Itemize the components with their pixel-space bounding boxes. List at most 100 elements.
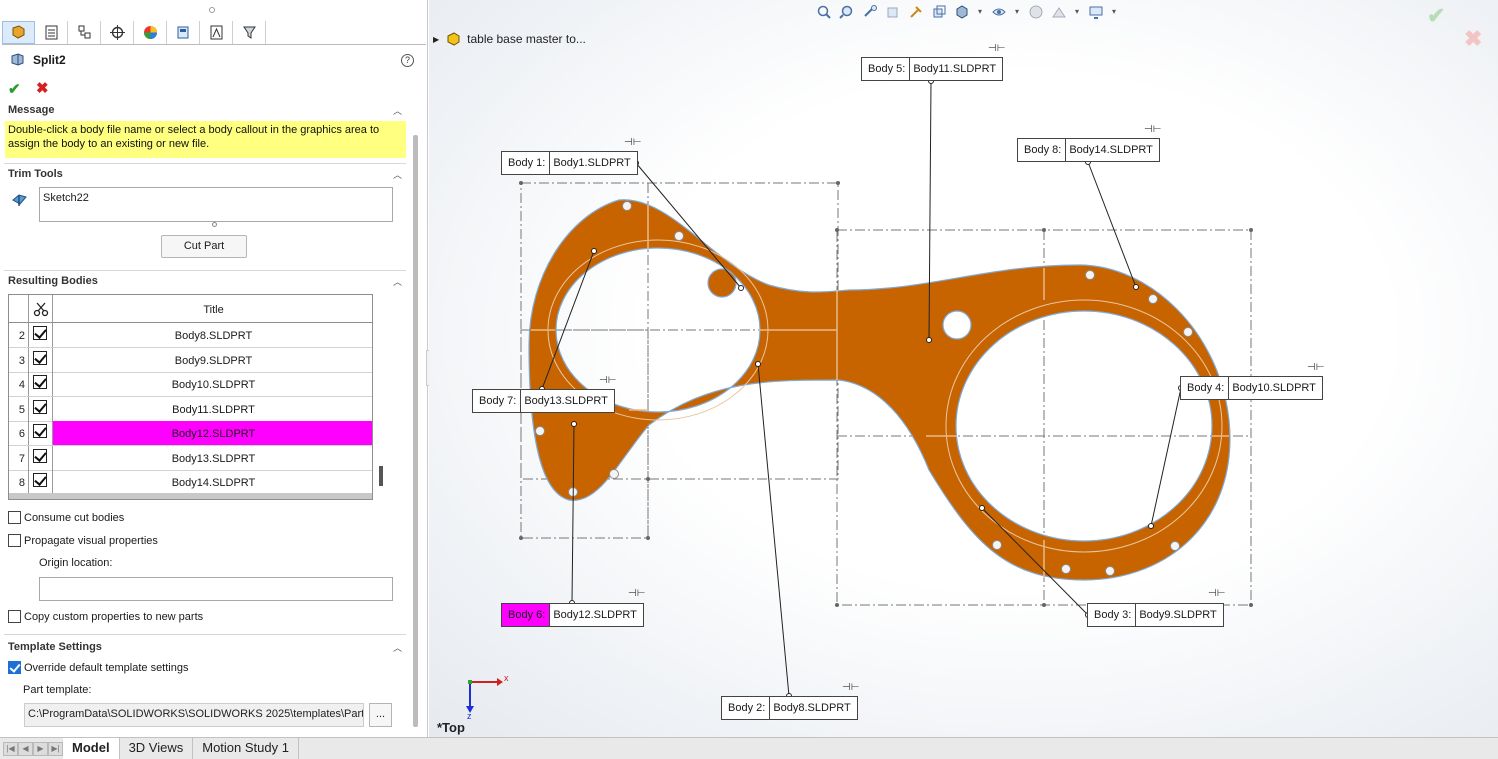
origin-location-input[interactable] xyxy=(39,577,393,601)
view-settings-icon[interactable] xyxy=(1087,3,1104,20)
pin-icon[interactable]: ⊣⊢ xyxy=(1208,588,1225,599)
panel-scrollbar[interactable] xyxy=(413,135,418,727)
callout-file-name[interactable]: Body8.SLDPRT xyxy=(770,697,856,719)
resulting-bodies-group-title[interactable]: Resulting Bodies xyxy=(8,275,98,287)
consume-cut-bodies-option[interactable]: Consume cut bodies xyxy=(8,511,124,524)
tab-custom-manager[interactable] xyxy=(233,21,266,44)
resize-handle[interactable] xyxy=(212,222,217,227)
callout-file-name[interactable]: Body14.SLDPRT xyxy=(1066,139,1159,161)
row-title[interactable]: Body8.SLDPRT xyxy=(53,323,372,347)
tab-motion-study[interactable]: Motion Study 1 xyxy=(193,738,299,759)
row-checkbox[interactable] xyxy=(33,350,47,365)
pin-icon[interactable]: ⊣⊢ xyxy=(599,375,616,386)
last-tab-icon[interactable]: ▶| xyxy=(48,741,63,756)
pin-icon[interactable]: ⊣⊢ xyxy=(1144,124,1161,135)
pin-icon[interactable]: ⊣⊢ xyxy=(624,137,641,148)
hide-show-items-icon[interactable] xyxy=(990,3,1007,20)
override-template-checkbox[interactable] xyxy=(8,661,21,674)
row-checkbox[interactable] xyxy=(33,326,47,340)
pin-icon[interactable]: ⊣⊢ xyxy=(628,588,645,599)
panel-grip[interactable] xyxy=(209,7,215,13)
cut-part-button[interactable]: Cut Part xyxy=(161,235,247,258)
copy-custom-properties-checkbox[interactable] xyxy=(8,610,21,623)
previous-tab-icon[interactable]: ◀ xyxy=(18,741,33,756)
propagate-visual-checkbox[interactable] xyxy=(8,534,21,547)
chevron-up-icon[interactable]: ︿ xyxy=(393,104,402,117)
display-style-icon[interactable] xyxy=(953,3,970,20)
body-callout[interactable]: Body 4: Body10.SLDPRT xyxy=(1180,376,1323,400)
browse-button[interactable]: ... xyxy=(369,703,392,727)
section-view-icon[interactable] xyxy=(884,3,901,20)
chevron-down-icon[interactable]: ▾ xyxy=(1110,3,1118,20)
callout-file-name[interactable]: Body9.SLDPRT xyxy=(1136,604,1222,626)
row-checkbox[interactable] xyxy=(33,448,47,463)
table-scrollbar-thumb[interactable] xyxy=(379,466,383,486)
body-callout[interactable]: Body 8: Body14.SLDPRT xyxy=(1017,138,1160,162)
pin-icon[interactable]: ⊣⊢ xyxy=(842,682,859,693)
chevron-up-icon[interactable]: ︿ xyxy=(393,168,402,181)
breadcrumb[interactable]: ▶ table base master to... xyxy=(433,31,586,47)
callout-file-name[interactable]: Body11.SLDPRT xyxy=(910,58,1002,80)
pin-icon[interactable]: ⊣⊢ xyxy=(1307,362,1324,373)
table-row[interactable]: 4 Body10.SLDPRT xyxy=(9,372,372,397)
table-horizontal-scrollbar[interactable] xyxy=(9,493,372,499)
next-tab-icon[interactable]: ▶ xyxy=(33,741,48,756)
tab-configuration-manager[interactable] xyxy=(68,21,101,44)
row-checkbox[interactable] xyxy=(33,399,47,414)
callout-file-name[interactable]: Body10.SLDPRT xyxy=(1229,377,1322,399)
table-row[interactable]: 7 Body13.SLDPRT xyxy=(9,445,372,471)
row-title[interactable]: Body12.SLDPRT xyxy=(53,421,372,445)
chevron-up-icon[interactable]: ︿ xyxy=(393,641,402,654)
expand-arrow-icon[interactable]: ▶ xyxy=(433,35,439,44)
view-orientation-icon[interactable] xyxy=(930,3,947,20)
apply-scene-icon[interactable] xyxy=(1050,3,1067,20)
scissors-column-header[interactable] xyxy=(29,295,53,322)
chevron-up-icon[interactable]: ︿ xyxy=(393,275,402,288)
body-callout-selected[interactable]: Body 6: Body12.SLDPRT xyxy=(501,603,644,627)
pin-icon[interactable]: ⊣⊢ xyxy=(988,43,1005,54)
row-checkbox[interactable] xyxy=(33,473,47,487)
template-settings-group-title[interactable]: Template Settings xyxy=(8,641,102,653)
row-title[interactable]: Body10.SLDPRT xyxy=(53,372,372,396)
copy-custom-properties-option[interactable]: Copy custom properties to new parts xyxy=(8,610,203,623)
chevron-down-icon[interactable]: ▾ xyxy=(1073,3,1081,20)
row-checkbox[interactable] xyxy=(33,424,47,438)
tab-feature-manager[interactable] xyxy=(2,21,35,44)
zoom-to-fit-icon[interactable] xyxy=(815,3,832,20)
row-title[interactable]: Body14.SLDPRT xyxy=(53,470,372,494)
previous-view-icon[interactable] xyxy=(861,3,878,20)
message-group-title[interactable]: Message xyxy=(8,104,54,116)
tab-model[interactable]: Model xyxy=(63,738,120,759)
row-title[interactable]: Body13.SLDPRT xyxy=(53,446,372,470)
trim-tool-item[interactable]: Sketch22 xyxy=(43,192,89,204)
dynamic-annotation-icon[interactable] xyxy=(907,3,924,20)
callout-file-name[interactable]: Body13.SLDPRT xyxy=(521,390,614,412)
propagate-visual-option[interactable]: Propagate visual properties xyxy=(8,534,158,547)
body-callout[interactable]: Body 3: Body9.SLDPRT xyxy=(1087,603,1224,627)
tab-property-manager[interactable] xyxy=(35,21,68,44)
body-callout[interactable]: Body 1: Body1.SLDPRT xyxy=(501,151,638,175)
confirm-cancel-icon[interactable]: ✖ xyxy=(1464,26,1482,52)
cancel-button[interactable]: ✖ xyxy=(36,79,49,97)
chevron-down-icon[interactable]: ▾ xyxy=(976,3,984,20)
ok-button[interactable]: ✔ xyxy=(8,80,21,98)
table-row[interactable]: 8 Body14.SLDPRT xyxy=(9,470,372,495)
body-callout[interactable]: Body 2: Body8.SLDPRT xyxy=(721,696,858,720)
part-template-path[interactable]: C:\ProgramData\SOLIDWORKS\SOLIDWORKS 202… xyxy=(24,703,364,727)
zoom-to-area-icon[interactable] xyxy=(838,3,855,20)
first-tab-icon[interactable]: |◀ xyxy=(3,741,18,756)
graphics-area[interactable]: x z ▶ table base master to... ▾ ▾ ▾ ▾ ✔ … xyxy=(429,0,1498,737)
body-callout[interactable]: Body 7: Body13.SLDPRT xyxy=(472,389,615,413)
edit-appearance-icon[interactable] xyxy=(1027,3,1044,20)
table-row[interactable]: 3 Body9.SLDPRT xyxy=(9,347,372,373)
table-row[interactable]: 5 Body11.SLDPRT xyxy=(9,396,372,422)
tab-simulation-manager[interactable] xyxy=(200,21,233,44)
tab-3d-views[interactable]: 3D Views xyxy=(120,738,194,759)
tab-display-manager[interactable] xyxy=(134,21,167,44)
body-callout[interactable]: Body 5: Body11.SLDPRT xyxy=(861,57,1004,81)
tab-cam-manager[interactable] xyxy=(167,21,200,44)
table-row[interactable]: 2 Body8.SLDPRT xyxy=(9,323,372,348)
title-column-header[interactable]: Title xyxy=(53,295,372,322)
override-template-option[interactable]: Override default template settings xyxy=(8,661,188,674)
table-row[interactable]: 6 Body12.SLDPRT xyxy=(9,421,372,446)
